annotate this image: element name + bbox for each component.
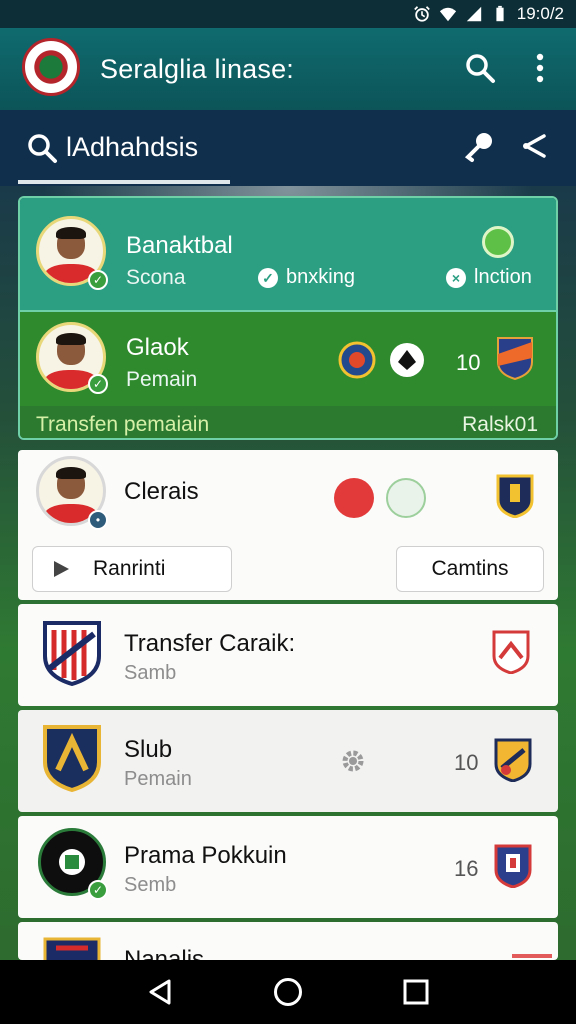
battery-icon — [496, 5, 504, 22]
list-card[interactable]: Nanalis — [18, 922, 558, 960]
back-button[interactable] — [142, 974, 178, 1010]
player-subtitle: Pemain — [126, 368, 198, 391]
club-crest-icon — [43, 725, 101, 792]
list-card[interactable]: Transfer Caraik: Samb — [18, 604, 558, 706]
search-input[interactable]: lAdhahdsis — [66, 132, 198, 163]
app-bar: Seralglia linase: — [0, 28, 576, 110]
list-card[interactable]: • Clerais Ranrinti Camtins — [18, 450, 558, 600]
status-bar: 19:0/2 — [0, 0, 576, 28]
share-button[interactable] — [516, 128, 552, 164]
highlight-card[interactable]: ✓ Banaktbal Scona ✓ bnxking × lnction ✓ … — [18, 196, 558, 440]
camtins-button[interactable]: Camtins — [396, 546, 544, 592]
club-crest-icon — [43, 621, 101, 686]
club-crest-icon — [494, 844, 532, 888]
navigation-bar — [0, 960, 576, 1024]
highlight-footer: Transfen pemaiain Ralsk01 — [20, 406, 556, 438]
camtins-button-label: Camtins — [431, 557, 509, 580]
search-icon — [466, 54, 495, 83]
app-title: Seralglia linase: — [100, 54, 295, 84]
settings-icon[interactable] — [340, 748, 366, 774]
player-number: 10 — [456, 350, 481, 375]
highlight-row-1[interactable]: ✓ Banaktbal Scona ✓ bnxking × lnction — [20, 198, 556, 310]
list-item-title: Prama Pokkuin — [124, 842, 287, 869]
chip-label: bnxking — [286, 266, 355, 288]
list-item-title: Nanalis — [124, 946, 205, 960]
transfer-label: Transfen pemaiain — [36, 413, 210, 436]
player-name: Glaok — [126, 334, 189, 361]
chip-label: lnction — [474, 266, 532, 288]
key-button[interactable] — [462, 128, 498, 164]
list-item-title: Transfer Caraik: — [124, 630, 296, 657]
list-item-subtitle: Pemain — [124, 768, 192, 790]
search-bar: lAdhahdsis — [0, 110, 576, 186]
ball-icon — [390, 343, 424, 377]
list-item-subtitle: Semb — [124, 874, 177, 896]
home-button[interactable] — [270, 974, 306, 1010]
chip-tracking[interactable]: ✓ bnxking — [258, 266, 355, 289]
recents-icon — [403, 979, 429, 1005]
wifi-icon — [439, 7, 456, 22]
player-name: Banaktbal — [126, 232, 233, 259]
club-badge-icon — [334, 478, 374, 518]
check-icon: ✓ — [88, 374, 108, 394]
share-icon — [523, 134, 546, 158]
player-subtitle: Scona — [126, 266, 186, 289]
check-icon: ✓ — [88, 270, 108, 290]
play-icon — [54, 561, 69, 577]
search-button[interactable] — [462, 50, 498, 86]
recents-button[interactable] — [398, 974, 434, 1010]
check-circle-icon: ✓ — [258, 267, 278, 288]
list-item-subtitle: Samb — [124, 662, 177, 684]
club-crest-icon — [497, 337, 533, 380]
search-underline — [18, 180, 230, 184]
alarm-icon — [413, 6, 430, 22]
club-crest-icon — [492, 630, 530, 674]
close-circle-icon: × — [446, 267, 466, 288]
home-icon — [274, 978, 302, 1006]
check-icon: ✓ — [88, 880, 108, 900]
club-crest-icon — [496, 474, 534, 518]
location-pin-icon[interactable] — [482, 226, 514, 258]
list-card[interactable]: Slub Pemain 10 — [18, 710, 558, 812]
play-button-label: Ranrinti — [93, 557, 166, 580]
more-options-button[interactable] — [522, 50, 558, 86]
highlight-row-2[interactable]: ✓ Glaok Pemain 10 — [20, 310, 556, 406]
more-icon — [536, 53, 544, 83]
club-crest-icon — [43, 937, 101, 960]
list-item-title: Slub — [124, 736, 173, 763]
list-item-number: 10 — [454, 750, 479, 775]
club-crest-icon — [494, 738, 532, 782]
key-icon — [464, 133, 492, 162]
signal-icon — [466, 6, 481, 22]
chip-action[interactable]: × lnction — [446, 266, 532, 289]
list-item-number: 16 — [454, 856, 479, 881]
search-icon — [28, 134, 57, 163]
back-icon — [149, 979, 171, 1005]
app-logo — [22, 38, 80, 96]
club-crest-icon — [338, 341, 376, 379]
rank-label: Ralsk01 — [462, 413, 538, 436]
settings-badge-icon: • — [88, 510, 108, 530]
list-card[interactable]: ✓ Prama Pokkuin Semb 16 — [18, 816, 558, 918]
play-button[interactable]: Ranrinti — [32, 546, 232, 592]
list-item-title: Clerais — [124, 478, 199, 505]
club-badge-icon — [386, 478, 426, 518]
status-time: 19:0/2 — [516, 4, 564, 23]
club-crest-icon — [512, 954, 552, 958]
